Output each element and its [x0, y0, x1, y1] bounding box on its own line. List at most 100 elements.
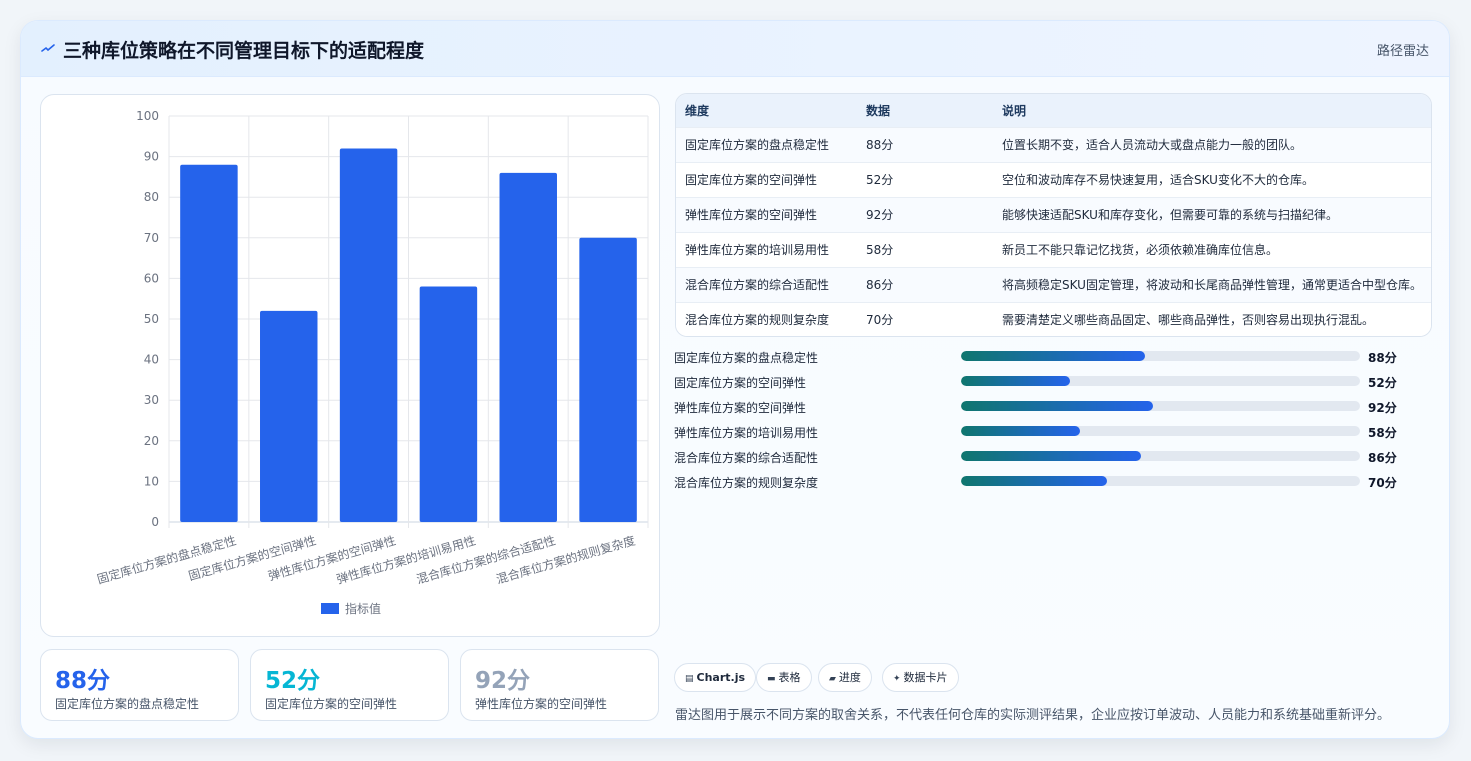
- table-cell: 52分: [866, 173, 894, 187]
- kpi-label: 弹性库位方案的空间弹性: [475, 697, 608, 711]
- progress-icon: ▰: [829, 674, 836, 684]
- table-cell: 位置长期不变，适合人员流动大或盘点能力一般的团队。: [1002, 138, 1303, 152]
- table-cell: 92分: [866, 208, 894, 222]
- table-cell: 弹性库位方案的空间弹性: [685, 208, 818, 222]
- progress-value: 88分: [1368, 351, 1397, 365]
- x-tick-label: 弹性库位方案的培训易用性: [335, 532, 478, 586]
- progress-value: 70分: [1368, 476, 1397, 490]
- sparkle-icon: ✦: [893, 674, 901, 684]
- y-tick-label: 90: [144, 150, 159, 164]
- progress-label: 固定库位方案的盘点稳定性: [674, 351, 819, 365]
- bar: [260, 310, 318, 522]
- bar-chart: 0 10 20 30 40 50 60 70 80 90 100 固定库位方案的盘点稳定性固定库位方案…: [95, 109, 649, 616]
- chip-chartjs[interactable]: ▤ Chart.js: [674, 663, 757, 692]
- bar: [419, 286, 478, 522]
- table-cell: 空位和波动库存不易快速复用，适合SKU变化不大的仓库。: [1002, 173, 1314, 187]
- table-cell: 86分: [866, 278, 894, 292]
- x-tick-label: 固定库位方案的空间弹性: [187, 532, 318, 583]
- kpi-value: 92分: [475, 668, 531, 694]
- table-row: 混合库位方案的规则复杂度 70分 需要清楚定义哪些商品固定、哪些商品弹性，否则容…: [676, 302, 1431, 336]
- kpi-card: 52分 固定库位方案的空间弹性: [250, 649, 449, 721]
- progress-value: 52分: [1368, 376, 1397, 390]
- table-cell: 88分: [866, 138, 894, 152]
- progress-label: 混合库位方案的综合适配性: [674, 451, 819, 465]
- table-cell: 需要清楚定义哪些商品固定、哪些商品弹性，否则容易出现执行混乱。: [1002, 313, 1375, 328]
- progress-row: 混合库位方案的规则复杂度 70分: [674, 472, 1434, 497]
- y-tick-label: 10: [144, 474, 159, 488]
- progress-value: 58分: [1368, 426, 1397, 440]
- bar: [339, 148, 398, 523]
- y-tick-label: 70: [144, 231, 159, 245]
- table-cell: 混合库位方案的规则复杂度: [685, 313, 830, 328]
- kpi-label: 固定库位方案的空间弹性: [265, 697, 398, 711]
- bar-chart-panel: 0 10 20 30 40 50 60 70 80 90 100 固定库位方案的盘点稳定性 固定库位方案…: [40, 94, 660, 637]
- kpi-value: 52分: [265, 668, 321, 694]
- bar: [579, 237, 637, 523]
- progress-track: [961, 426, 1360, 436]
- column-header: 说明: [1002, 103, 1027, 118]
- y-tick-label: 0: [151, 515, 159, 529]
- progress-track: [961, 376, 1360, 386]
- table-cell: 新员工不能只靠记忆找货，必须依赖准确库位信息。: [1002, 243, 1279, 257]
- table-cell: 固定库位方案的盘点稳定性: [685, 138, 830, 152]
- y-tick-label: 50: [144, 312, 159, 326]
- progress-row: 固定库位方案的盘点稳定性 88分: [674, 347, 1434, 372]
- table-cell: 弹性库位方案的培训易用性: [685, 243, 830, 257]
- y-tick-label: 30: [144, 393, 159, 407]
- progress-value: 92分: [1368, 401, 1397, 415]
- progress-fill: [961, 401, 1153, 411]
- x-tick-label: 混合库位方案的综合适配性: [415, 532, 558, 586]
- column-header: 维度: [685, 103, 710, 118]
- progress-fill: [961, 476, 1107, 486]
- data-table-panel: 维度 数据 说明 固定库位方案的盘点稳定性 88分 位置长期不变，适合人员流动大…: [675, 93, 1432, 337]
- progress-row: 混合库位方案的综合适配性 86分: [674, 447, 1434, 472]
- table-cell: 混合库位方案的综合适配性: [685, 278, 830, 292]
- progress-fill: [961, 351, 1145, 361]
- table-cell: 70分: [866, 313, 894, 328]
- progress-list: 固定库位方案的盘点稳定性 88分 固定库位方案的空间弹性 52分 弹性库位方案的…: [674, 347, 1434, 497]
- dashboard-card: 三种库位策略在不同管理目标下的适配程度 路径雷达 0 10 20 30 40 50 60 70…: [20, 20, 1450, 739]
- y-tick-label: 40: [144, 353, 159, 367]
- y-tick-label: 20: [144, 434, 159, 448]
- progress-track: [961, 401, 1360, 411]
- table-row: 弹性库位方案的空间弹性 92分 能够快速适配SKU和库存变化，但需要可靠的系统与…: [676, 197, 1431, 232]
- table-cell: 固定库位方案的空间弹性: [685, 173, 818, 187]
- y-tick-label: 60: [144, 271, 159, 285]
- table-row: 混合库位方案的综合适配性 86分 将高频稳定SKU固定管理，将波动和长尾商品弹性…: [676, 267, 1431, 302]
- legend-label: 指标值: [345, 601, 381, 616]
- kpi-card: 92分 弹性库位方案的空间弹性: [460, 649, 659, 721]
- column-header: 数据: [866, 103, 891, 118]
- bar: [499, 172, 557, 522]
- progress-label: 弹性库位方案的空间弹性: [674, 401, 807, 415]
- spark-icon: [41, 44, 55, 52]
- table-row: 固定库位方案的空间弹性 52分 空位和波动库存不易快速复用，适合SKU变化不大的…: [676, 162, 1431, 197]
- footnote: 雷达图用于展示不同方案的取舍关系，不代表任何仓库的实际测评结果，企业应按订单波动…: [675, 708, 1391, 723]
- legend-swatch: [321, 603, 339, 614]
- chip-table[interactable]: ▬ 表格: [756, 663, 812, 692]
- progress-value: 86分: [1368, 451, 1397, 465]
- progress-track: [961, 451, 1360, 461]
- chart-icon: ▤: [685, 674, 694, 684]
- x-tick-label: 固定库位方案的盘点稳定性: [95, 532, 238, 586]
- progress-label: 弹性库位方案的培训易用性: [674, 426, 819, 440]
- chip-label: Chart.js: [696, 671, 746, 684]
- progress-row: 弹性库位方案的空间弹性 92分: [674, 397, 1434, 422]
- kpi-value: 88分: [55, 668, 111, 694]
- path-radar-link[interactable]: 路径雷达: [1377, 40, 1429, 59]
- table-row: 固定库位方案的盘点稳定性 88分 位置长期不变，适合人员流动大或盘点能力一般的团…: [676, 127, 1431, 162]
- x-tick-label: 混合库位方案的规则复杂度: [494, 532, 637, 586]
- chip-label: 表格: [778, 671, 801, 684]
- data-table: 维度 数据 说明 固定库位方案的盘点稳定性 88分 位置长期不变，适合人员流动大…: [676, 94, 1431, 336]
- progress-row: 固定库位方案的空间弹性 52分: [674, 372, 1434, 397]
- table-cell: 能够快速适配SKU和库存变化，但需要可靠的系统与扫描纪律。: [1002, 208, 1338, 222]
- chip-data-card[interactable]: ✦ 数据卡片: [882, 663, 959, 692]
- page-title: 三种库位策略在不同管理目标下的适配程度: [63, 40, 425, 62]
- table-icon: ▬: [767, 674, 776, 684]
- table-row: 弹性库位方案的培训易用性 58分 新员工不能只靠记忆找货，必须依赖准确库位信息。: [676, 232, 1431, 267]
- chip-progress[interactable]: ▰ 进度: [818, 663, 872, 692]
- y-tick-label: 80: [144, 190, 159, 204]
- chip-label: 数据卡片: [903, 671, 948, 684]
- progress-label: 混合库位方案的规则复杂度: [674, 476, 819, 490]
- progress-label: 固定库位方案的空间弹性: [674, 376, 807, 390]
- card-header: 三种库位策略在不同管理目标下的适配程度 路径雷达: [21, 21, 1449, 77]
